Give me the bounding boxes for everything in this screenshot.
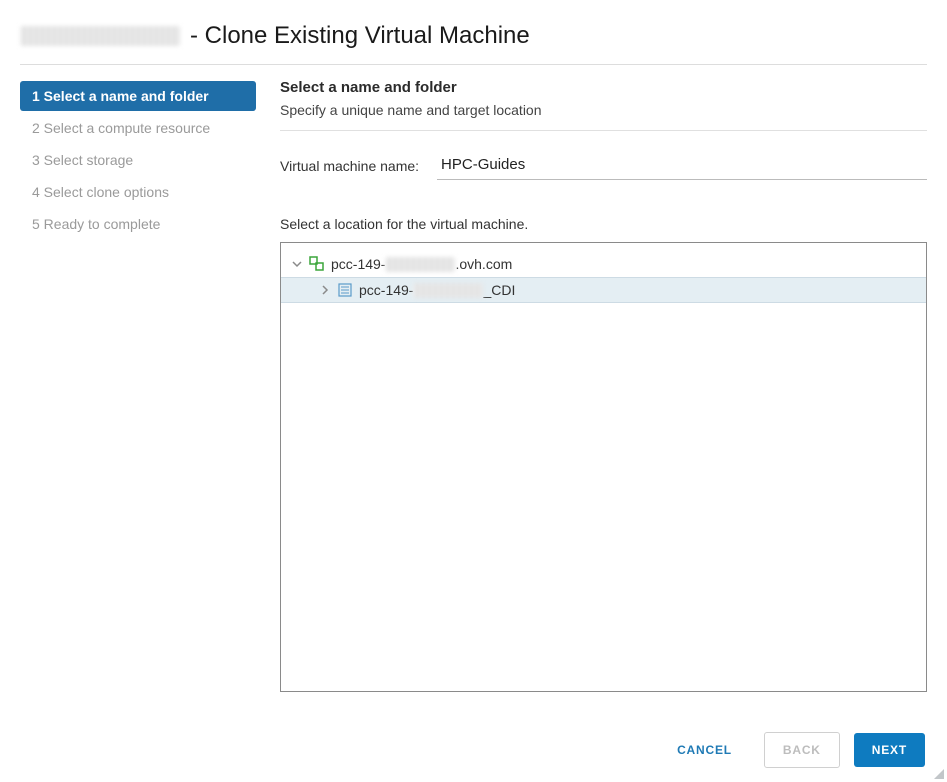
tree-node-label: pcc-149-_CDI [359,282,515,299]
wizard-header: - Clone Existing Virtual Machine [20,16,927,65]
panel-subtitle: Specify a unique name and target locatio… [280,96,927,131]
location-tree[interactable]: pcc-149-.ovh.com [280,242,927,692]
step-5-ready-to-complete[interactable]: 5 Ready to complete [20,209,256,239]
tree-node-datacenter[interactable]: pcc-149-_CDI [281,277,926,303]
step-4-select-clone-options[interactable]: 4 Select clone options [20,177,256,207]
wizard-title: - Clone Existing Virtual Machine [190,22,530,50]
location-label: Select a location for the virtual machin… [280,216,927,232]
step-3-select-storage[interactable]: 3 Select storage [20,145,256,175]
source-vm-name-redacted [20,26,180,46]
panel-title: Select a name and folder [280,79,927,96]
tree-node-label: pcc-149-.ovh.com [331,256,512,273]
vm-name-label: Virtual machine name: [280,158,419,174]
chevron-right-icon[interactable] [319,284,331,296]
chevron-down-icon[interactable] [291,258,303,270]
back-button[interactable]: BACK [764,732,840,768]
vcenter-icon [309,256,325,272]
datacenter-icon [337,282,353,298]
step-2-select-compute-resource[interactable]: 2 Select a compute resource [20,113,256,143]
step-1-select-name-folder[interactable]: 1 Select a name and folder [20,81,256,111]
cancel-button[interactable]: CANCEL [659,733,750,767]
redacted-host-segment [413,283,483,298]
wizard-footer: CANCEL BACK NEXT [659,732,925,768]
resize-grip-icon[interactable] [934,769,944,779]
next-button[interactable]: NEXT [854,733,925,767]
tree-node-vcenter[interactable]: pcc-149-.ovh.com [281,251,926,277]
wizard-steps: 1 Select a name and folder 2 Select a co… [20,77,256,692]
step-panel: Select a name and folder Specify a uniqu… [256,77,927,692]
vm-name-input[interactable] [437,151,927,180]
redacted-host-segment [385,257,455,272]
